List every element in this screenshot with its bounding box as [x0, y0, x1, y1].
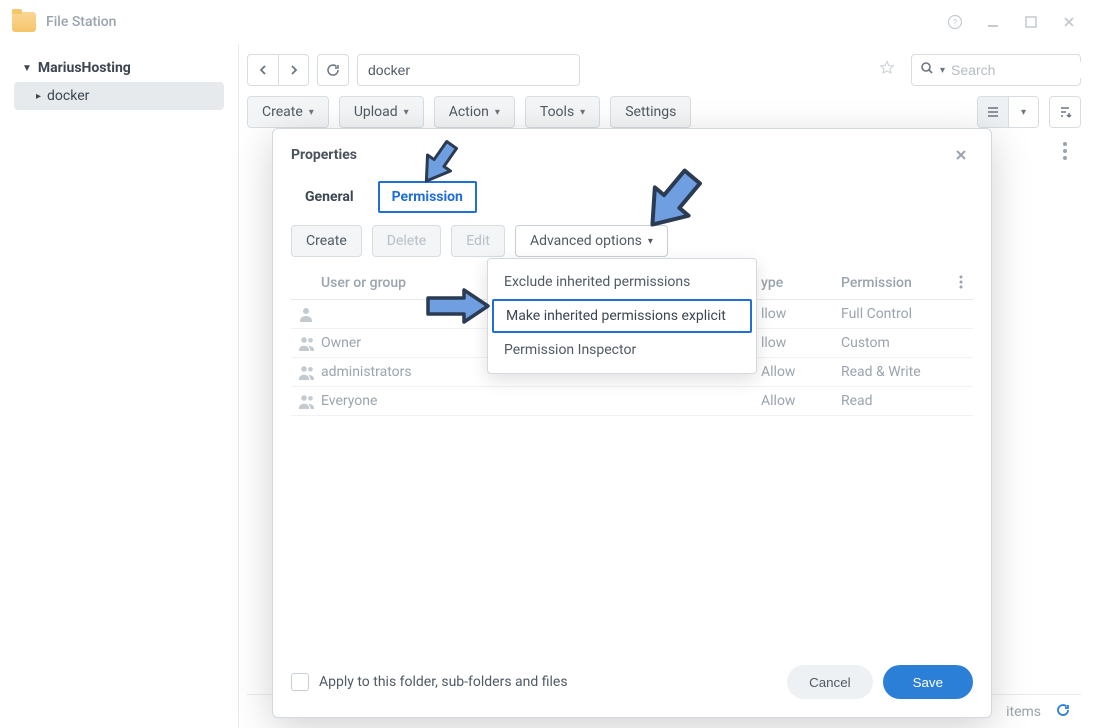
cell-type: llow	[761, 335, 841, 351]
cell-permission: Read & Write	[841, 364, 949, 380]
tab-general[interactable]: General	[291, 181, 368, 213]
cell-permission: Read	[841, 393, 949, 409]
chevron-down-icon: ▾	[309, 107, 314, 118]
chevron-down-icon: ▾	[495, 107, 500, 118]
status-refresh-icon[interactable]	[1055, 702, 1071, 722]
dd-permission-inspector[interactable]: Permission Inspector	[488, 333, 756, 367]
advanced-options-label: Advanced options	[530, 233, 642, 249]
chevron-down-icon[interactable]: ▾	[940, 65, 945, 76]
search-input[interactable]	[951, 62, 1095, 78]
list-view-caret[interactable]: ▾	[1008, 97, 1038, 127]
col-permission: Permission	[841, 275, 949, 291]
caret-down-icon: ▼	[22, 63, 32, 74]
annotation-arrow-icon	[415, 133, 463, 193]
nav-back-button[interactable]	[248, 55, 278, 85]
cell-permission: Full Control	[841, 306, 949, 322]
col-options-icon[interactable]	[949, 275, 973, 291]
perm-create-button[interactable]: Create	[291, 225, 362, 257]
group-icon	[298, 364, 314, 380]
tree-child-label: docker	[47, 88, 89, 104]
group-icon	[298, 393, 314, 409]
path-input[interactable]	[357, 54, 580, 86]
favorite-star-icon[interactable]	[879, 60, 895, 80]
nav-forward-button[interactable]	[278, 55, 308, 85]
svg-text:?: ?	[953, 19, 957, 29]
action-label: Action	[449, 104, 489, 120]
cell-user: Everyone	[321, 393, 761, 409]
close-icon[interactable]	[1055, 8, 1083, 36]
dialog-title: Properties	[291, 147, 357, 163]
chevron-down-icon: ▾	[580, 107, 585, 118]
dialog-close-button[interactable]	[949, 143, 973, 167]
caret-right-icon: ▸	[36, 91, 41, 102]
tree-root[interactable]: ▼ MariusHosting	[14, 54, 224, 82]
settings-label: Settings	[625, 104, 676, 120]
table-row[interactable]: Everyone Allow Read	[291, 387, 973, 416]
dd-make-explicit[interactable]: Make inherited permissions explicit	[492, 299, 752, 333]
properties-dialog: Properties General Permission Create Del…	[272, 128, 992, 718]
perm-edit-button: Edit	[451, 225, 505, 257]
annotation-arrow-icon	[633, 160, 713, 240]
upload-label: Upload	[354, 104, 398, 120]
column-options-icon[interactable]	[1055, 142, 1075, 160]
reload-button[interactable]	[317, 54, 349, 86]
col-type: ype	[761, 275, 841, 291]
save-button[interactable]: Save	[883, 665, 973, 699]
annotation-arrow-icon	[422, 284, 492, 328]
group-icon	[298, 335, 314, 351]
titlebar: File Station ?	[0, 0, 1095, 44]
create-button[interactable]: Create ▾	[247, 96, 329, 128]
cancel-button[interactable]: Cancel	[787, 665, 873, 699]
cell-type: Allow	[761, 393, 841, 409]
cell-type: Allow	[761, 364, 841, 380]
action-button[interactable]: Action ▾	[434, 96, 515, 128]
chevron-down-icon: ▾	[404, 107, 409, 118]
status-items-text: items	[1006, 704, 1041, 720]
tree-child-docker[interactable]: ▸ docker	[14, 82, 224, 110]
cell-type: llow	[761, 306, 841, 322]
app-folder-icon	[12, 12, 36, 32]
user-icon	[298, 306, 314, 322]
apply-to-subfolders-checkbox[interactable]	[291, 673, 309, 691]
tools-label: Tools	[540, 104, 574, 120]
advanced-options-dropdown: Exclude inherited permissions Make inher…	[487, 258, 757, 374]
tree-root-label: MariusHosting	[38, 60, 131, 76]
sort-button[interactable]	[1049, 96, 1081, 128]
upload-button[interactable]: Upload ▾	[339, 96, 424, 128]
settings-button[interactable]: Settings	[610, 96, 691, 128]
tools-button[interactable]: Tools ▾	[525, 96, 600, 128]
perm-delete-button: Delete	[372, 225, 441, 257]
help-icon[interactable]: ?	[941, 8, 969, 36]
create-label: Create	[262, 104, 303, 120]
sidebar: ▼ MariusHosting ▸ docker	[0, 44, 238, 728]
maximize-icon[interactable]	[1017, 8, 1045, 36]
minimize-icon[interactable]	[979, 8, 1007, 36]
apply-to-subfolders-label: Apply to this folder, sub-folders and fi…	[319, 674, 568, 690]
list-view-button[interactable]	[978, 97, 1008, 127]
cell-permission: Custom	[841, 335, 949, 351]
window-title: File Station	[46, 14, 116, 30]
search-icon	[920, 61, 934, 79]
dd-exclude-inherited[interactable]: Exclude inherited permissions	[488, 265, 756, 299]
search-box[interactable]: ▾	[911, 54, 1081, 86]
